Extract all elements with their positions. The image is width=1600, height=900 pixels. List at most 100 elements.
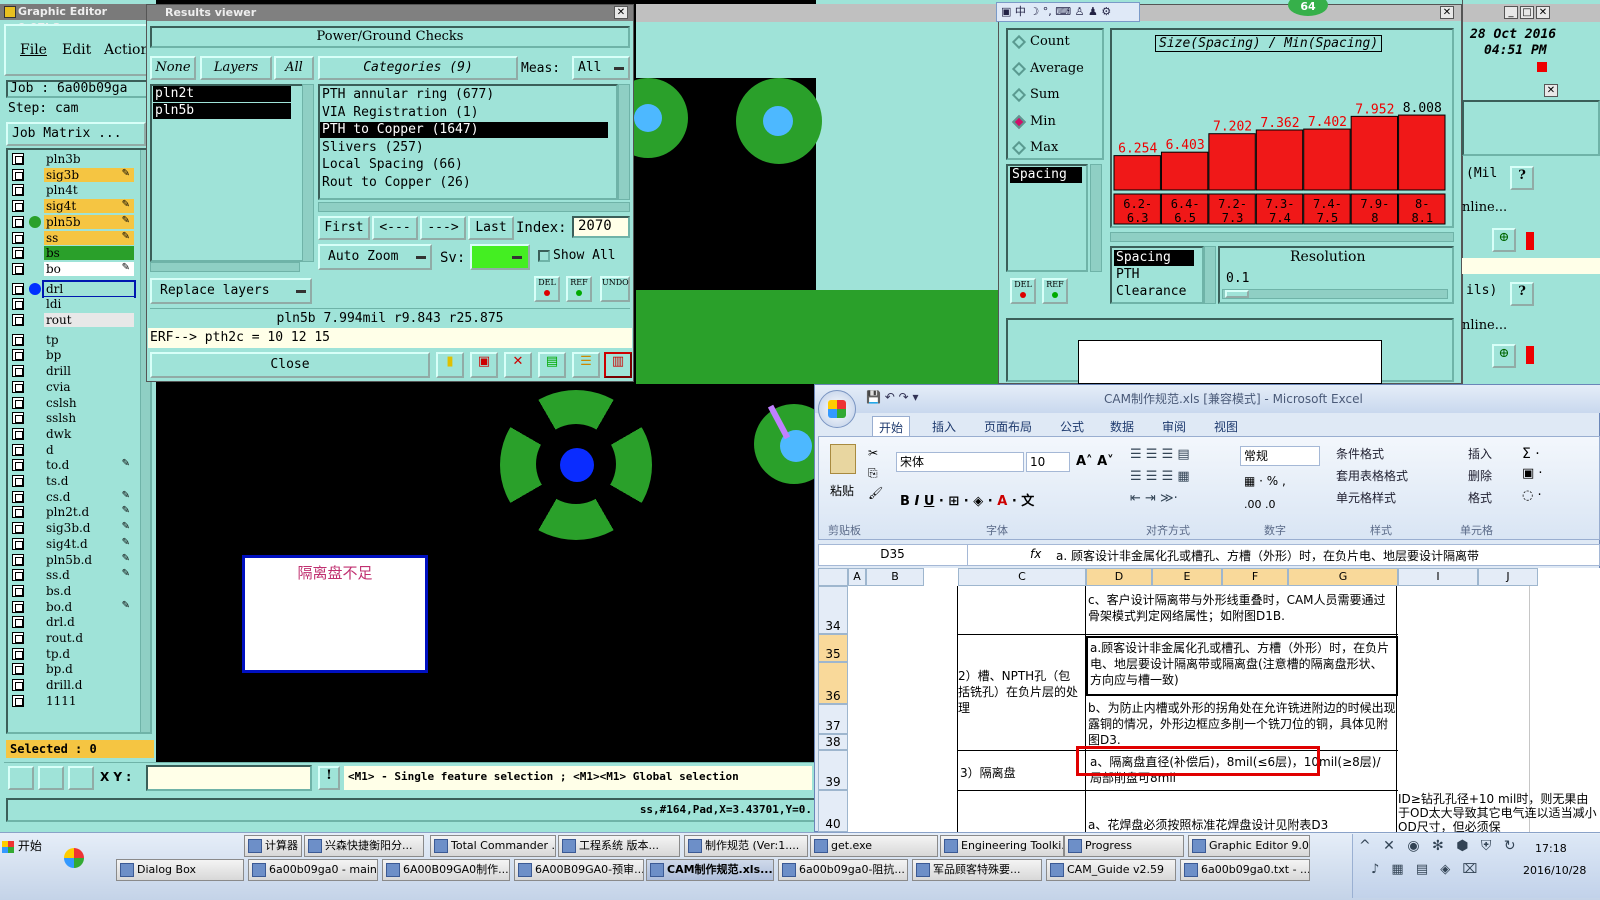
select-all-corner[interactable] <box>818 568 848 586</box>
layer-checkbox[interactable] <box>12 168 24 181</box>
row-header[interactable]: 35 <box>818 634 848 662</box>
layer-checkbox[interactable] <box>12 153 24 165</box>
layer-name[interactable]: bp <box>44 348 134 363</box>
row-header[interactable]: 40 <box>818 790 848 832</box>
style-item[interactable]: 单元格样式 <box>1336 489 1396 506</box>
auto-zoom-select[interactable]: Auto Zoom <box>318 244 432 270</box>
next-button[interactable]: ---> <box>420 216 466 240</box>
layer-name[interactable]: sig4t <box>44 199 134 214</box>
taskbar-button[interactable]: 6a00b09ga0 - main... <box>248 859 378 881</box>
row-header[interactable]: 36 <box>818 662 848 704</box>
cell-item[interactable]: 格式 <box>1468 489 1492 506</box>
row-header[interactable]: 34 <box>818 586 848 634</box>
decimal-icons[interactable]: .00 .0 <box>1244 498 1276 511</box>
align-icons[interactable]: ☰ ☰ ☰ ▤ ☰ ☰ ☰ ▦ ⇤ ⇥ ≫· <box>1130 444 1224 516</box>
layer-row[interactable]: tp <box>10 332 134 347</box>
row-header[interactable]: 38 <box>818 734 848 750</box>
taskbar-button[interactable]: 制作规范 (Ver:1.... <box>684 835 808 857</box>
aggregation-option[interactable]: Max <box>1030 140 1058 155</box>
layer-row[interactable]: ss.d ✎ <box>10 568 134 583</box>
histogram-bar[interactable] <box>1208 133 1256 191</box>
categories-button[interactable]: Categories (9) <box>318 56 518 80</box>
show-all-checkbox[interactable] <box>538 250 550 262</box>
close-icon[interactable]: ✕ <box>1544 84 1558 97</box>
layer-name[interactable]: pln4t <box>44 183 134 198</box>
layer-checkbox[interactable] <box>12 443 24 456</box>
taskbar-button[interactable]: Dialog Box <box>116 859 244 881</box>
layer-name[interactable]: pln2t.d <box>44 505 134 520</box>
slider-thumb[interactable] <box>1225 290 1249 298</box>
layer-name[interactable]: drl <box>42 279 136 298</box>
layer-checkbox[interactable] <box>12 600 24 613</box>
layer-checkbox[interactable] <box>12 262 24 275</box>
layer-row[interactable]: pln4t <box>10 183 134 198</box>
column-header[interactable]: B <box>866 568 924 586</box>
undo-button[interactable]: UNDO <box>600 276 630 302</box>
category-item[interactable]: PTH to Copper (1647) <box>320 122 608 139</box>
number-icons[interactable]: ▦ · % , <box>1244 474 1286 488</box>
taskbar-button[interactable]: Engineering Toolki... <box>940 835 1064 857</box>
layer-row[interactable]: rout.d <box>10 631 134 645</box>
help-button[interactable]: ? <box>1510 166 1534 190</box>
cell-i-40[interactable]: ID≥钻孔孔径+10 mil时，则无果由于OD太大导致其它电气连以适当减小OD尺… <box>1398 792 1600 832</box>
layer-checkbox[interactable] <box>12 475 24 487</box>
layer-row[interactable]: 1111 <box>10 693 134 708</box>
layer-row[interactable]: cslsh <box>10 395 134 410</box>
menu-file[interactable]: File <box>20 42 47 58</box>
column-header[interactable]: F <box>1222 568 1288 586</box>
layer-row[interactable]: sig3b ✎ <box>10 167 134 182</box>
layer-row[interactable]: cvia <box>10 379 134 394</box>
category-item[interactable]: VIA Registration (1) <box>320 105 608 121</box>
paste-icon[interactable] <box>830 444 856 474</box>
layer-checkbox[interactable] <box>12 349 24 362</box>
layer-checkbox[interactable] <box>12 215 24 228</box>
cell-d-40[interactable]: a、花焊盘必须按照标准花焊盘设计见附表D3 <box>1088 816 1396 833</box>
layer-checkbox[interactable] <box>12 647 24 660</box>
column-header[interactable]: D <box>1086 568 1152 586</box>
field-list-item[interactable]: Spacing <box>1010 167 1082 183</box>
taskbar-button[interactable]: Graphic Editor 9.0... <box>1188 835 1310 857</box>
layer-row[interactable]: drl <box>10 279 136 298</box>
layer-name[interactable]: tp.d <box>44 646 134 661</box>
aggregation-option[interactable]: Count <box>1030 34 1070 49</box>
layer-checkbox[interactable] <box>12 314 24 326</box>
layer-row[interactable]: d <box>10 442 134 457</box>
layer-name[interactable]: pln5b.d <box>44 552 134 567</box>
ribbon-tab[interactable]: 数据 <box>1104 416 1140 437</box>
layer-name[interactable]: bs.d <box>44 583 134 598</box>
layer-checkbox[interactable] <box>12 427 24 440</box>
ime-toolbar[interactable]: ▣ 中 ☽ °, ⌨ ♙ ♟ ⚙ <box>996 2 1140 22</box>
layer-row[interactable]: to.d ✎ <box>10 458 134 473</box>
close-icon[interactable]: ✕ <box>614 6 628 19</box>
rv-layer-item[interactable]: pln5b <box>153 103 291 119</box>
layer-checkbox[interactable] <box>12 459 24 472</box>
taskbar-button[interactable]: 军品顾客特殊要... <box>912 859 1042 881</box>
cell-d-34[interactable]: c、客户设计隔离带与外形线重叠时，CAM人员需要通过骨架模式判定网络属性；如附图… <box>1088 592 1396 624</box>
layer-name[interactable]: ldi <box>44 297 134 312</box>
cell-d-37[interactable]: b、为防止内槽或外形的拐角处在允许铣进附边的时候出现露铜的情况，外形边框应多削一… <box>1088 700 1396 748</box>
layer-checkbox[interactable] <box>12 396 24 409</box>
layer-row[interactable]: sslsh <box>10 411 134 426</box>
layer-checkbox[interactable] <box>12 569 24 582</box>
font-name-select[interactable]: 宋体 <box>896 452 1024 472</box>
column-header[interactable]: A <box>848 568 866 586</box>
layer-name[interactable]: bp.d <box>44 662 134 677</box>
all-layers-button[interactable]: All <box>274 56 314 80</box>
layer-checkbox[interactable] <box>12 553 24 566</box>
rv-cat-hscroll[interactable] <box>318 202 630 212</box>
hist-ref-button[interactable]: REF <box>1042 278 1068 304</box>
layer-row[interactable]: drill <box>10 364 134 379</box>
rv-layer-hscroll[interactable] <box>150 262 300 272</box>
layer-checkbox[interactable] <box>12 537 24 550</box>
help-button[interactable]: ? <box>1510 282 1534 306</box>
ribbon-tab[interactable]: 公式 <box>1054 416 1090 437</box>
layer-name[interactable]: drill.d <box>44 678 134 693</box>
layer-row[interactable]: drl.d <box>10 615 134 630</box>
column-header[interactable]: G <box>1288 568 1398 586</box>
layer-name[interactable]: sig4t.d <box>44 536 134 551</box>
zoom-icon[interactable]: ⊕ <box>1492 344 1516 368</box>
layer-name[interactable]: ts.d <box>44 474 134 488</box>
sv-color-select[interactable] <box>470 244 530 270</box>
layer-name[interactable]: tp <box>44 332 134 347</box>
close-icon[interactable]: ✕ <box>1440 6 1454 19</box>
